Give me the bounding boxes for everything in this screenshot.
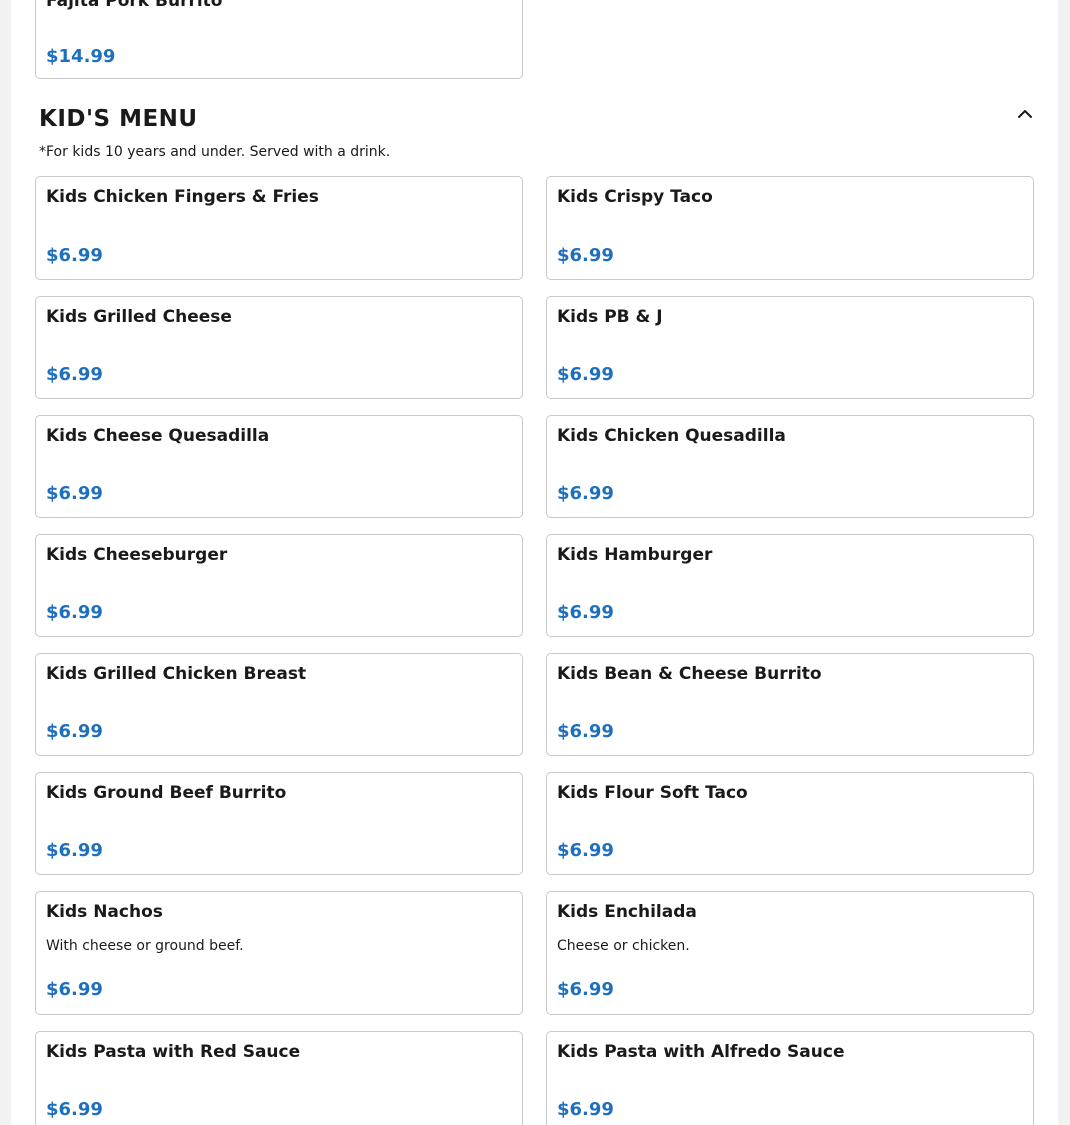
menu-item-price: $6.99 [557, 364, 614, 385]
menu-item-price: $6.99 [557, 602, 614, 623]
section-note: *For kids 10 years and under. Served wit… [39, 144, 391, 160]
menu-item-price: $6.99 [46, 364, 103, 385]
menu-item-card[interactable]: Kids Chicken Quesadilla $6.99 [546, 415, 1034, 518]
menu-item-name: Kids PB & J [557, 307, 663, 327]
menu-item-price: $6.99 [46, 721, 103, 742]
menu-item-name: Kids Ground Beef Burrito [46, 783, 287, 803]
menu-item-name: Kids Flour Soft Taco [557, 783, 748, 803]
menu-item-price: $6.99 [46, 602, 103, 623]
menu-item-price: $14.99 [46, 46, 116, 67]
menu-item-card[interactable]: Kids PB & J $6.99 [546, 296, 1034, 399]
menu-item-card[interactable]: Kids Grilled Cheese $6.99 [35, 296, 523, 399]
menu-item-card[interactable]: Kids Pasta with Red Sauce $6.99 [35, 1031, 523, 1125]
menu-item-card[interactable]: Kids Nachos With cheese or ground beef. … [35, 891, 523, 1015]
menu-item-name: Kids Pasta with Red Sauce [46, 1042, 301, 1062]
menu-item-price: $6.99 [557, 245, 614, 266]
menu-item-card[interactable]: Kids Hamburger $6.99 [546, 534, 1034, 637]
menu-item-price: $6.99 [557, 1099, 614, 1120]
chevron-up-icon [1018, 110, 1032, 118]
menu-item-price: $6.99 [46, 245, 103, 266]
menu-item-card[interactable]: Kids Pasta with Alfredo Sauce $6.99 [546, 1031, 1034, 1125]
menu-item-name: Kids Pasta with Alfredo Sauce [557, 1042, 845, 1062]
menu-item-price: $6.99 [557, 721, 614, 742]
menu-item-name: Fajita Pork Burrito [46, 0, 223, 11]
menu-item-price: $6.99 [46, 483, 103, 504]
menu-item-description: Cheese or chicken. [557, 938, 690, 954]
section-title: KID'S MENU [39, 106, 198, 132]
collapse-section-button[interactable] [1015, 104, 1035, 124]
menu-item-price: $6.99 [46, 1099, 103, 1120]
menu-item-card[interactable]: Kids Flour Soft Taco $6.99 [546, 772, 1034, 875]
menu-item-price: $6.99 [46, 840, 103, 861]
menu-item-card[interactable]: Kids Bean & Cheese Burrito $6.99 [546, 653, 1034, 756]
menu-page: Fajita Pork Burrito $14.99 KID'S MENU *F… [11, 0, 1058, 1125]
menu-item-price: $6.99 [557, 979, 614, 1000]
menu-item-price: $6.99 [557, 840, 614, 861]
menu-item-name: Kids Nachos [46, 902, 163, 922]
menu-item-name: Kids Grilled Cheese [46, 307, 232, 327]
menu-item-card[interactable]: Fajita Pork Burrito $14.99 [35, 0, 523, 79]
menu-item-description: With cheese or ground beef. [46, 938, 244, 954]
menu-item-name: Kids Cheeseburger [46, 545, 228, 565]
menu-item-name: Kids Cheese Quesadilla [46, 426, 270, 446]
menu-item-card[interactable]: Kids Cheese Quesadilla $6.99 [35, 415, 523, 518]
menu-item-card[interactable]: Kids Ground Beef Burrito $6.99 [35, 772, 523, 875]
menu-item-name: Kids Chicken Fingers & Fries [46, 187, 319, 207]
menu-item-name: Kids Grilled Chicken Breast [46, 664, 307, 684]
menu-item-name: Kids Enchilada [557, 902, 697, 922]
menu-item-card[interactable]: Kids Grilled Chicken Breast $6.99 [35, 653, 523, 756]
menu-item-card[interactable]: Kids Enchilada Cheese or chicken. $6.99 [546, 891, 1034, 1015]
menu-item-price: $6.99 [46, 979, 103, 1000]
menu-item-card[interactable]: Kids Cheeseburger $6.99 [35, 534, 523, 637]
menu-item-name: Kids Bean & Cheese Burrito [557, 664, 822, 684]
menu-item-name: Kids Hamburger [557, 545, 713, 565]
menu-item-name: Kids Crispy Taco [557, 187, 713, 207]
menu-item-card[interactable]: Kids Chicken Fingers & Fries $6.99 [35, 176, 523, 280]
menu-item-price: $6.99 [557, 483, 614, 504]
menu-item-name: Kids Chicken Quesadilla [557, 426, 786, 446]
menu-item-card[interactable]: Kids Crispy Taco $6.99 [546, 176, 1034, 280]
